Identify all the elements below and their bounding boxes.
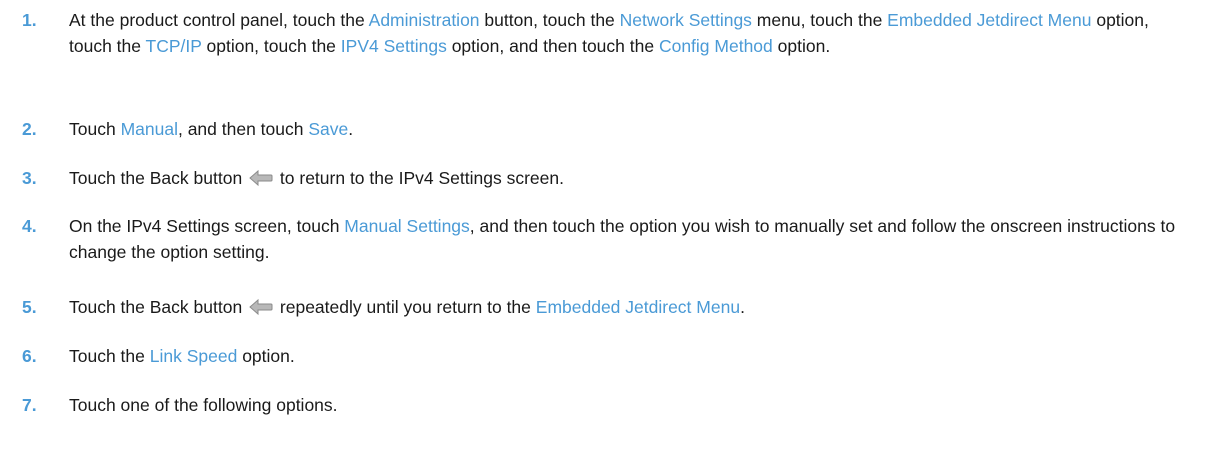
step-text-segment: button, touch the (479, 10, 620, 30)
step-text-segment: to return to the IPv4 Settings screen. (275, 168, 564, 188)
step-text-segment: repeatedly until you return to the (275, 297, 536, 317)
ui-term: Embedded Jetdirect Menu (535, 297, 741, 317)
step-text: Touch the Back button repeatedly until y… (69, 294, 1194, 320)
step-text: Touch the Back button to return to the I… (69, 165, 1194, 191)
step-number: 1. (22, 10, 37, 30)
step-text-segment: Touch the (69, 346, 150, 366)
ui-term: Save (308, 119, 349, 139)
back-arrow-icon (249, 298, 273, 316)
step-text: Touch one of the following options. (69, 392, 1194, 418)
step-text-segment: , and then touch (177, 119, 309, 139)
step-text-segment: menu, touch the (751, 10, 888, 30)
step-text-segment: Touch the Back button (69, 297, 248, 317)
ui-term: Config Method (658, 36, 773, 56)
step-text-segment: option. (237, 346, 295, 366)
ui-term: Link Speed (149, 346, 238, 366)
step-text-segment: At the product control panel, touch the (69, 10, 369, 30)
step-number: 6. (22, 346, 37, 366)
step-text: At the product control panel, touch the … (69, 7, 1194, 59)
step-text-segment: Touch one of the following options. (69, 395, 338, 415)
step-text-segment: Touch (69, 119, 121, 139)
step-text: On the IPv4 Settings screen, touch Manua… (69, 213, 1194, 265)
ui-term: Administration (368, 10, 480, 30)
step-text-segment: On the IPv4 Settings screen, touch (69, 216, 345, 236)
ui-term: TCP/IP (145, 36, 202, 56)
step-text-segment: option, and then touch the (446, 36, 659, 56)
step-text-segment: . (348, 119, 354, 139)
step-text-segment: option. (772, 36, 831, 56)
ui-term: IPV4 Settings (340, 36, 447, 56)
ui-term: Embedded Jetdirect Menu (887, 10, 1092, 30)
step-text: Touch Manual, and then touch Save. (69, 116, 1194, 142)
step-number: 2. (22, 119, 37, 139)
step-number: 7. (22, 395, 37, 415)
step-text-segment: . (740, 297, 745, 317)
ui-term: Network Settings (619, 10, 752, 30)
ui-term: Manual Settings (344, 216, 470, 236)
step-text: Touch the Link Speed option. (69, 343, 1194, 369)
step-number: 4. (22, 216, 37, 236)
back-arrow-icon (249, 169, 273, 187)
step-text-segment: option, touch the (201, 36, 341, 56)
step-number: 3. (22, 168, 37, 188)
ui-term: Manual (120, 119, 178, 139)
step-text-segment: Touch the Back button (69, 168, 248, 188)
step-number: 5. (22, 297, 37, 317)
